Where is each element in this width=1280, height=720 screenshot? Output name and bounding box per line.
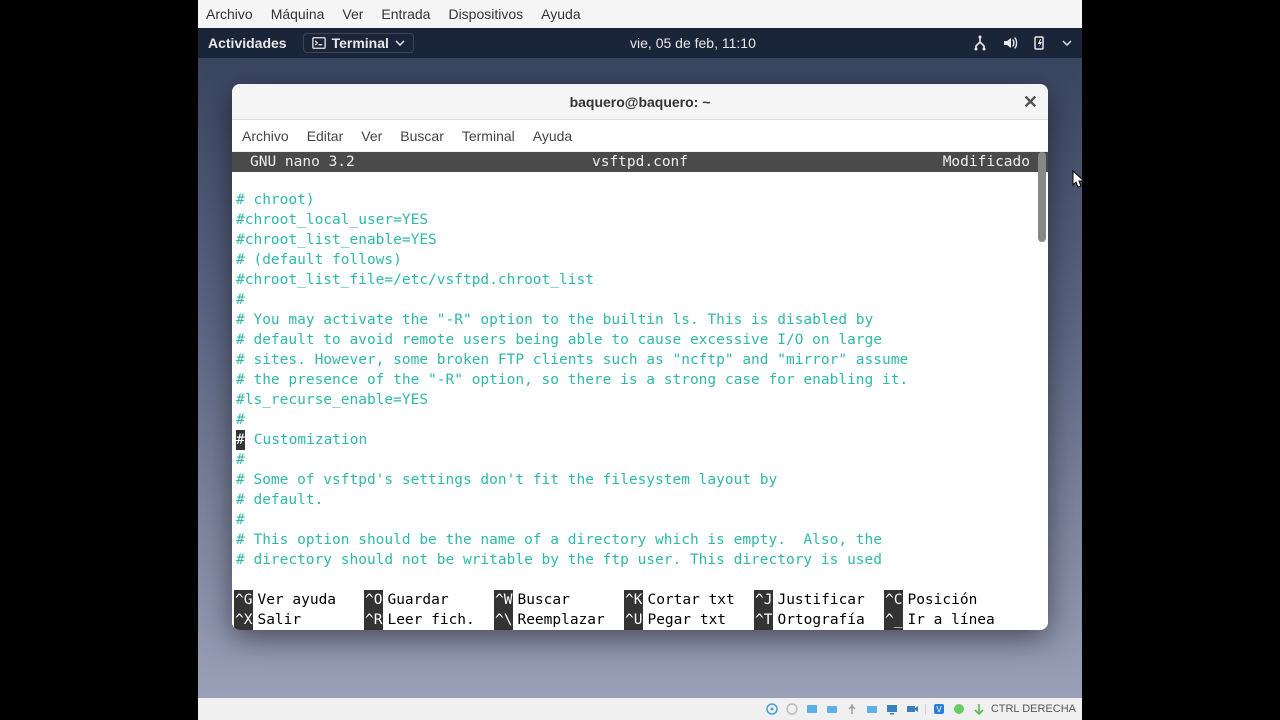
nano-shortcut: ^GVer ayuda <box>234 590 364 610</box>
volume-icon <box>1002 35 1018 51</box>
nano-shortcut: ^TOrtografía <box>754 610 884 630</box>
vbox-menu-ayuda[interactable]: Ayuda <box>541 6 580 22</box>
nano-editor-content[interactable]: # chroot) #chroot_local_user=YES #chroot… <box>232 172 1048 590</box>
term-menu-ver[interactable]: Ver <box>361 128 382 144</box>
vbox-menu-entrada[interactable]: Entrada <box>381 6 430 22</box>
terminal-body[interactable]: GNU nano 3.2 vsftpd.conf Modificado # ch… <box>232 152 1048 630</box>
vbox-usb-icon[interactable] <box>844 701 860 717</box>
vbox-audio-icon[interactable] <box>804 701 820 717</box>
terminal-scrollbar[interactable] <box>1038 152 1046 630</box>
terminal-window: baquero@baquero: ~ ✕ Archivo Editar Ver … <box>232 84 1048 630</box>
active-app-label: Terminal <box>332 35 389 51</box>
nano-header: GNU nano 3.2 vsftpd.conf Modificado <box>232 152 1048 172</box>
vbox-menu-maquina[interactable]: Máquina <box>271 6 325 22</box>
nano-shortcut-bar: ^GVer ayuda^OGuardar^WBuscar^KCortar txt… <box>232 590 1048 630</box>
chevron-down-icon <box>1062 38 1072 48</box>
nano-filename: vsftpd.conf <box>592 152 688 172</box>
nano-app-name: GNU nano 3.2 <box>250 152 355 172</box>
vbox-statusbar: | V CTRL DERECHA <box>198 698 1082 720</box>
nano-shortcut: ^CPosición <box>884 590 1014 610</box>
nano-status: Modificado <box>943 152 1030 172</box>
terminal-menubar: Archivo Editar Ver Buscar Terminal Ayuda <box>232 120 1048 152</box>
nano-shortcut: ^OGuardar <box>364 590 494 610</box>
vbox-menu-archivo[interactable]: Archivo <box>206 6 253 22</box>
chevron-down-icon <box>395 38 405 48</box>
terminal-titlebar[interactable]: baquero@baquero: ~ ✕ <box>232 84 1048 120</box>
nano-shortcut: ^XSalir <box>234 610 364 630</box>
gnome-topbar: Actividades Terminal vie, 05 de feb, 11:… <box>198 28 1082 58</box>
close-button[interactable]: ✕ <box>1023 93 1038 111</box>
vbox-recording-icon[interactable] <box>904 701 920 717</box>
nano-shortcut: ^WBuscar <box>494 590 624 610</box>
activities-button[interactable]: Actividades <box>208 35 287 51</box>
network-icon <box>972 35 988 51</box>
vbox-optical-icon[interactable] <box>784 701 800 717</box>
vbox-menu-dispositivos[interactable]: Dispositivos <box>448 6 523 22</box>
terminal-title: baquero@baquero: ~ <box>570 94 711 110</box>
vbox-hdd-icon[interactable] <box>764 701 780 717</box>
vbox-menu-ver[interactable]: Ver <box>342 6 363 22</box>
vbox-mouse-integration-icon[interactable] <box>951 701 967 717</box>
svg-text:V: V <box>936 705 942 714</box>
term-menu-editar[interactable]: Editar <box>307 128 344 144</box>
system-tray[interactable] <box>972 35 1072 51</box>
term-menu-buscar[interactable]: Buscar <box>400 128 444 144</box>
vbox-network-icon[interactable] <box>824 701 840 717</box>
vbox-keyboard-icon[interactable] <box>971 701 987 717</box>
vbox-hostkey-label: CTRL DERECHA <box>991 703 1076 715</box>
nano-shortcut: ^RLeer fich. <box>364 610 494 630</box>
vm-viewport: Archivo Máquina Ver Entrada Dispositivos… <box>198 0 1082 720</box>
nano-shortcut: ^\Reemplazar <box>494 610 624 630</box>
term-menu-archivo[interactable]: Archivo <box>242 128 289 144</box>
vbox-menubar: Archivo Máquina Ver Entrada Dispositivos… <box>198 0 1082 28</box>
vbox-vboxmgr-icon[interactable]: V <box>931 701 947 717</box>
term-menu-ayuda[interactable]: Ayuda <box>533 128 572 144</box>
nano-shortcut: ^_Ir a línea <box>884 610 1014 630</box>
scrollbar-thumb[interactable] <box>1038 152 1046 242</box>
vbox-display-icon[interactable] <box>884 701 900 717</box>
nano-shortcut: ^UPegar txt <box>624 610 754 630</box>
term-menu-terminal[interactable]: Terminal <box>462 128 515 144</box>
power-icon <box>1032 35 1048 51</box>
vbox-shared-folder-icon[interactable] <box>864 701 880 717</box>
nano-shortcut: ^JJustificar <box>754 590 884 610</box>
clock[interactable]: vie, 05 de feb, 11:10 <box>630 35 756 51</box>
nano-shortcut: ^KCortar txt <box>624 590 754 610</box>
terminal-icon <box>312 36 326 50</box>
desktop: baquero@baquero: ~ ✕ Archivo Editar Ver … <box>198 58 1082 698</box>
active-app-indicator[interactable]: Terminal <box>303 33 414 53</box>
